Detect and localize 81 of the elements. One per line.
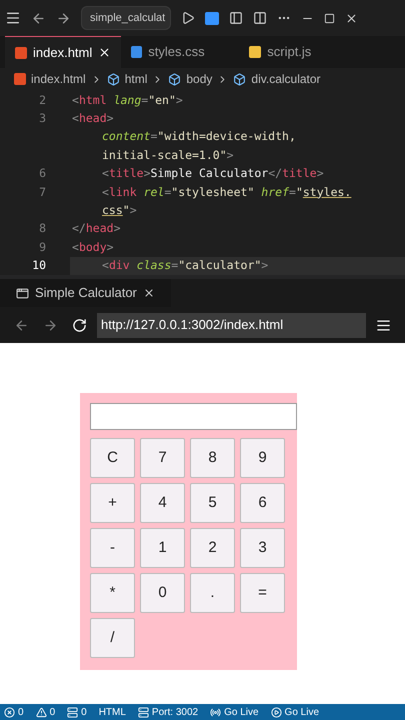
calculator-key[interactable]: +	[90, 483, 135, 523]
status-item[interactable]: 0	[18, 704, 24, 720]
forward-icon[interactable]	[56, 10, 71, 26]
address-field[interactable]: http://127.0.0.1:3002/index.html	[97, 312, 366, 338]
close-icon[interactable]	[142, 287, 155, 299]
calculator-key[interactable]: =	[240, 573, 285, 613]
status-item[interactable]: 0	[81, 704, 87, 720]
tab-label: Simple Calculator	[35, 284, 137, 302]
calculator-key[interactable]: 3	[240, 528, 285, 568]
line-number: 10	[31, 257, 47, 274]
calculator-key[interactable]: 8	[190, 438, 235, 478]
split-icon[interactable]	[253, 11, 267, 25]
status-item[interactable]: 0	[50, 704, 56, 720]
play-icon[interactable]	[181, 11, 195, 25]
close-icon[interactable]	[345, 12, 358, 24]
code-line: initial-scale=1.0">	[101, 146, 235, 164]
calculator-key[interactable]: 0	[140, 573, 185, 613]
line-number: 6	[38, 165, 47, 182]
port-icon	[138, 706, 149, 718]
reload-icon[interactable]	[72, 318, 87, 332]
line-number: 9	[38, 238, 47, 256]
tab-label: styles.css	[148, 43, 205, 62]
status-item[interactable]: Port: 3002	[152, 704, 198, 720]
code-line: content="width=device-width,	[101, 128, 297, 146]
calculator-key[interactable]: 6	[240, 483, 285, 523]
code-line: <body>	[71, 238, 115, 256]
menu-icon[interactable]	[5, 10, 21, 26]
status-item[interactable]: HTML	[98, 704, 126, 720]
broadcast-icon	[210, 706, 222, 718]
calculator-key[interactable]: 1	[140, 528, 185, 568]
back-icon[interactable]	[31, 10, 46, 26]
warning-icon	[36, 706, 47, 718]
html-file-icon	[15, 46, 27, 58]
calculator-key[interactable]: .	[190, 573, 235, 613]
browser-icon	[16, 286, 29, 300]
breadcrumb-item[interactable]: index.html	[31, 70, 86, 88]
code-line: css">	[101, 202, 138, 220]
menu-icon[interactable]	[376, 318, 391, 332]
search-field[interactable]: simple_calculat	[81, 6, 171, 30]
port-icon	[67, 706, 78, 718]
close-icon[interactable]	[98, 46, 112, 59]
maximize-icon[interactable]	[324, 12, 335, 24]
calculator-key[interactable]: /	[90, 618, 135, 658]
display-field[interactable]	[90, 403, 297, 430]
breadcrumb-item[interactable]: html	[124, 70, 148, 88]
js-file-icon	[249, 46, 262, 58]
calculator-key[interactable]: 9	[240, 438, 285, 478]
line-number: 2	[38, 92, 47, 109]
layout-icon[interactable]	[229, 11, 243, 25]
line-number: 3	[38, 110, 47, 127]
line-number: 8	[38, 220, 47, 238]
code-line: <html lang="en">	[71, 92, 184, 109]
editor-tab[interactable]: index.html	[5, 36, 122, 68]
status-item[interactable]: Go Live	[224, 704, 259, 720]
cube-icon	[233, 72, 246, 86]
back-icon[interactable]	[14, 318, 29, 332]
code-line: <link rel="stylesheet" href="styles.	[101, 184, 352, 201]
tab-label: script.js	[267, 43, 312, 62]
cube-icon	[168, 72, 182, 86]
css-file-icon	[131, 46, 142, 58]
calculator-key[interactable]: 7	[140, 438, 185, 478]
code-line: <head>	[71, 110, 115, 127]
cube-icon	[106, 72, 120, 86]
line-number: 7	[38, 184, 47, 201]
error-icon	[4, 706, 15, 718]
play-icon	[270, 706, 282, 718]
breadcrumb-item[interactable]: div.calculator	[251, 70, 321, 88]
code-line: </head>	[71, 220, 122, 238]
calculator-key[interactable]: -	[90, 528, 135, 568]
calculator-key[interactable]: 2	[190, 528, 235, 568]
forward-icon[interactable]	[43, 318, 58, 332]
calculator-key[interactable]: 4	[140, 483, 185, 523]
calculator-key[interactable]: 5	[190, 483, 235, 523]
code-line: <title>Simple Calculator</title>	[101, 165, 325, 182]
html-file-icon	[14, 73, 26, 85]
status-item[interactable]: Go Live	[284, 704, 320, 720]
breadcrumb-item[interactable]: body	[186, 70, 212, 88]
tab-label: index.html	[33, 44, 92, 62]
calculator-key[interactable]: C	[90, 438, 135, 478]
preview-tab[interactable]: Simple Calculator	[0, 279, 171, 307]
calculator-key[interactable]: *	[90, 573, 135, 613]
